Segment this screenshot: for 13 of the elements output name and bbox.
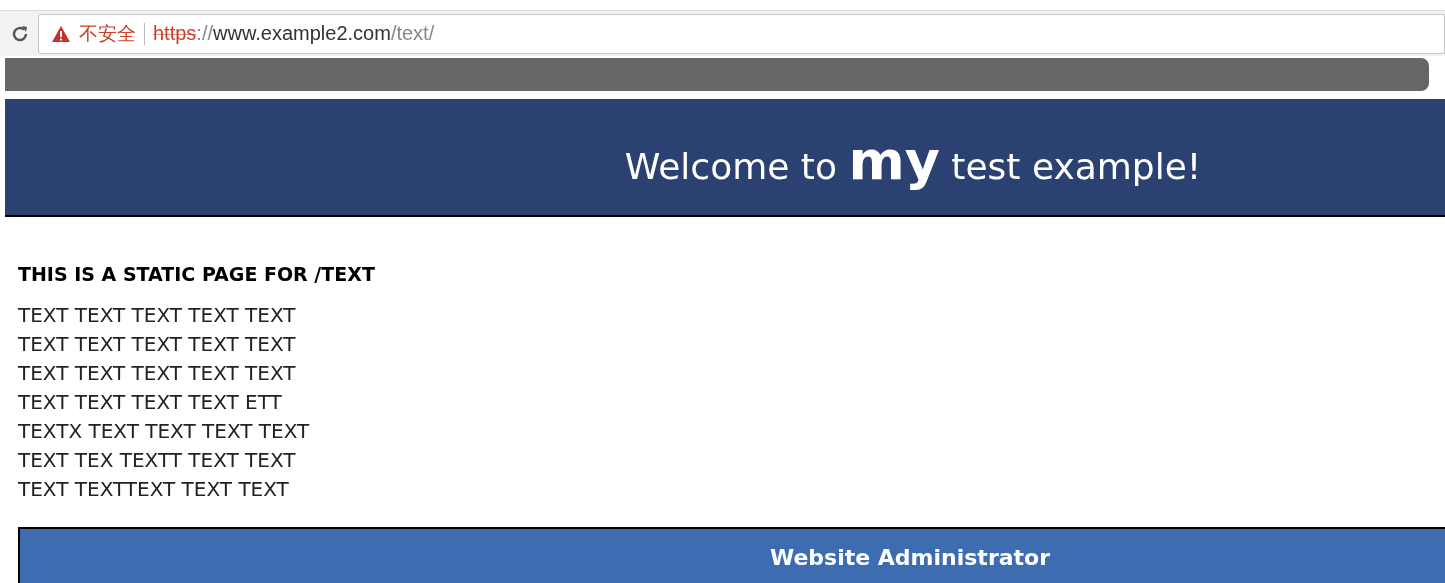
footer-title: Website Administrator [769,545,1051,570]
text-line: TEXT TEXT TEXT TEXT TEXT [18,302,297,329]
text-line: TEXTX TEXT TEXT TEXT TEXT [18,418,311,445]
text-line: TEXT TEX TEXTT TEXT TEXT [18,447,297,474]
page-heading: THIS IS A STATIC PAGE FOR /TEXT [18,263,376,285]
warning-icon [51,24,71,43]
text-line: TEXT TEXT TEXT TEXT TEXT [18,331,297,358]
text-line: TEXT TEXT TEXT TEXT TEXT [18,360,297,387]
security-label: 不安全 [79,21,136,46]
banner-title: Welcome to my test example! [624,127,1202,192]
text-line: TEXT TEXT TEXT TEXT ETT [18,389,283,416]
text-line: TEXT TEXTTEXT TEXT TEXT [18,476,290,503]
reload-icon[interactable] [10,23,30,44]
